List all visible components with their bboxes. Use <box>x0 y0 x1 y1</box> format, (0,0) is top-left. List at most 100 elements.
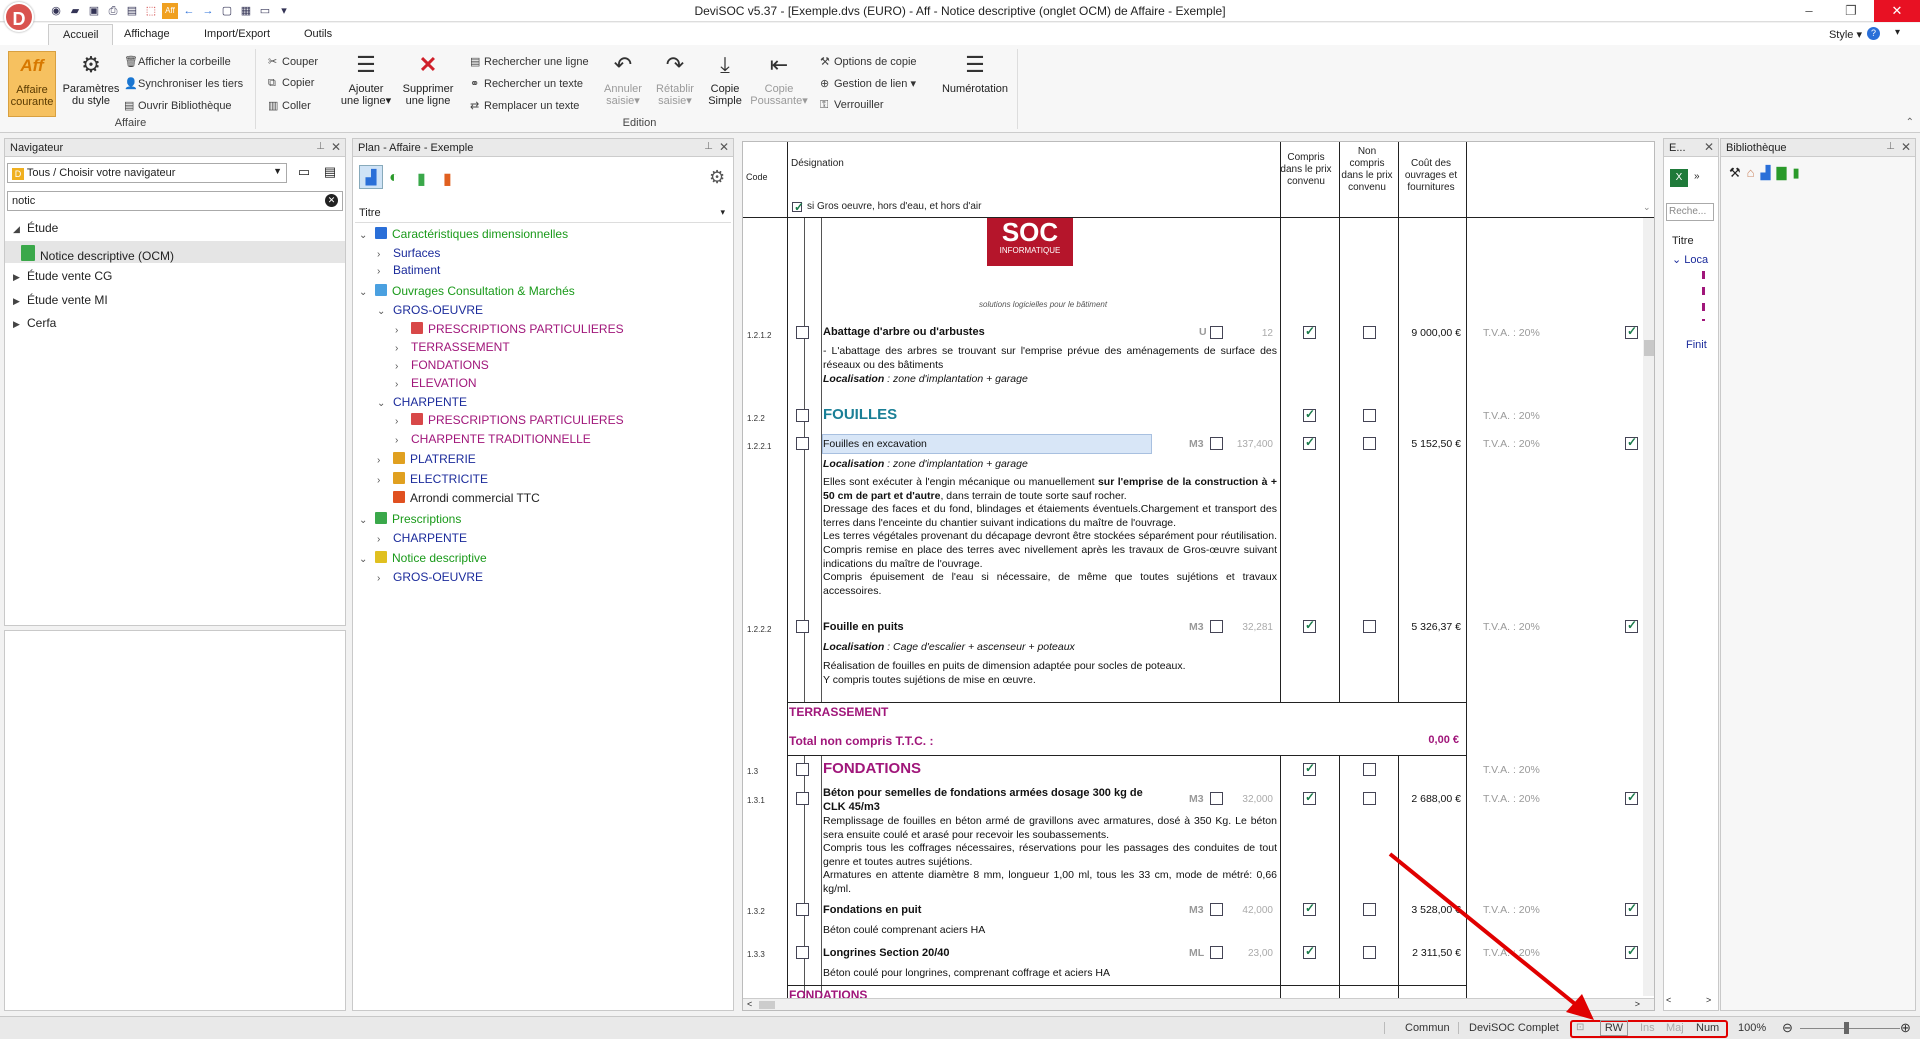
plan-tree-item[interactable]: ⌄ Notice descriptive <box>359 551 487 565</box>
save-icon[interactable]: ▣ <box>86 3 102 19</box>
scrollbar-thumb[interactable] <box>759 1001 775 1009</box>
chart-icon[interactable]: ▟ <box>359 165 383 189</box>
scroll-left-icon[interactable]: < <box>747 999 752 1009</box>
parametres-style-button[interactable]: ⚙ Paramètres du style <box>62 51 120 107</box>
row-select-checkbox[interactable] <box>1625 944 1638 959</box>
coller-button[interactable]: ▥ Coller <box>268 99 311 112</box>
plan-tree-item[interactable]: ⌄ CHARPENTE <box>377 395 467 409</box>
navigator-search-input[interactable]: notic ✕ <box>7 191 343 211</box>
style-menu[interactable]: Style ▾ <box>1829 28 1862 41</box>
row-description[interactable]: - L'abattage des arbres se trouvant sur … <box>823 345 1277 372</box>
row-checkbox[interactable] <box>796 620 809 633</box>
contact-icon[interactable]: ▮ <box>443 169 452 189</box>
clear-search-icon[interactable]: ✕ <box>325 194 338 207</box>
zoom-slider-thumb[interactable] <box>1844 1022 1849 1034</box>
row-unit-checkbox[interactable] <box>1210 437 1223 450</box>
scroll-left-icon[interactable]: < <box>1666 995 1671 1005</box>
collapsed-chevron-icon[interactable]: › <box>377 573 393 584</box>
row-description[interactable]: Réalisation de fouilles en puits de dime… <box>823 660 1277 687</box>
gear-icon[interactable]: ⚙ <box>709 167 725 188</box>
non-compris-checkbox[interactable] <box>1363 326 1376 339</box>
nav-item-notice[interactable]: Notice descriptive (OCM) <box>5 241 345 263</box>
non-compris-checkbox[interactable] <box>1363 620 1376 633</box>
book-icon[interactable]: ▮ <box>1793 165 1800 181</box>
plan-close-icon[interactable]: ✕ <box>719 140 729 154</box>
nav-item-etude-vente-mi[interactable]: ▶ Étude vente MI <box>5 289 345 311</box>
scrollbar-thumb[interactable] <box>1644 340 1654 356</box>
affaire-courante-button[interactable]: Aff Affaire courante <box>8 51 56 117</box>
collapsed-chevron-icon[interactable]: › <box>395 325 411 336</box>
plan-tree-item[interactable]: ⌄ Ouvrages Consultation & Marchés <box>359 284 575 298</box>
bar-chart-icon[interactable]: ▇ <box>1777 165 1787 181</box>
plan-tree-item[interactable]: › CHARPENTE <box>377 531 467 545</box>
remplacer-texte-button[interactable]: ⇄ Remplacer un texte <box>470 99 579 112</box>
folder-icon[interactable]: ▰ <box>67 3 83 19</box>
close-icon[interactable]: ✕ <box>1874 0 1920 22</box>
non-compris-checkbox[interactable] <box>1363 763 1376 776</box>
afficher-corbeille-button[interactable]: 🗑Afficher la corbeille <box>124 55 231 68</box>
plan-tree-item[interactable]: ⌄ Prescriptions <box>359 512 461 526</box>
compris-checkbox[interactable] <box>1303 761 1316 776</box>
compris-checkbox[interactable] <box>1303 790 1316 805</box>
row-unit-checkbox[interactable] <box>1210 792 1223 805</box>
row-localisation[interactable]: Localisation : Cage d'escalier + ascense… <box>823 641 1277 655</box>
explorer-row-fini[interactable]: Finit <box>1686 339 1707 351</box>
navigator-close-icon[interactable]: ✕ <box>331 140 341 154</box>
couper-button[interactable]: ✂ Couper <box>268 55 318 68</box>
tab-outils[interactable]: Outils <box>296 26 340 42</box>
row-checkbox[interactable] <box>796 326 809 339</box>
expanded-chevron-icon[interactable]: ⌄ <box>377 306 393 317</box>
plan-tree-item[interactable]: › Surfaces <box>377 246 440 260</box>
non-compris-checkbox[interactable] <box>1363 409 1376 422</box>
expanded-chevron-icon[interactable]: ⌄ <box>377 398 393 409</box>
scroll-right-icon[interactable]: > <box>1706 995 1711 1005</box>
row-title[interactable]: Fondations en puit <box>823 904 921 918</box>
expanded-chevron-icon[interactable]: ⌄ <box>359 230 375 241</box>
scroll-right-icon[interactable]: > <box>1635 999 1640 1009</box>
row-checkbox[interactable] <box>796 437 809 450</box>
row-select-checkbox[interactable] <box>1625 901 1638 916</box>
compris-checkbox[interactable] <box>1303 901 1316 916</box>
chevron-down-icon[interactable]: ▾ <box>1895 27 1900 38</box>
copier-button[interactable]: ⧉ Copier <box>268 77 314 90</box>
list-icon[interactable]: ▤ <box>321 164 339 182</box>
row-localisation[interactable]: Localisation : zone d'implantation + gar… <box>823 458 1277 472</box>
print-icon[interactable]: ⎙ <box>105 3 121 19</box>
preview-icon[interactable]: ▤ <box>124 3 140 19</box>
expanded-chevron-icon[interactable]: ⌄ <box>359 554 375 565</box>
collapsed-chevron-icon[interactable]: › <box>395 379 411 390</box>
plan-tree-item[interactable]: › TERRASSEMENT <box>395 340 510 354</box>
non-compris-checkbox[interactable] <box>1363 437 1376 450</box>
plan-tree-item[interactable]: › ELEVATION <box>395 376 477 390</box>
vertical-scrollbar[interactable] <box>1643 218 1654 996</box>
collapsed-chevron-icon[interactable]: › <box>377 455 393 466</box>
pdf-icon[interactable]: ◉ <box>48 3 64 19</box>
row-title[interactable]: Fouille en puits <box>823 621 904 635</box>
forward-arrow-icon[interactable]: → <box>200 3 216 19</box>
zoom-slider[interactable] <box>1800 1028 1900 1029</box>
back-arrow-icon[interactable]: ← <box>181 3 197 19</box>
compris-checkbox[interactable] <box>1303 435 1316 450</box>
row-unit-checkbox[interactable] <box>1210 946 1223 959</box>
excel-icon[interactable]: X <box>1670 169 1688 187</box>
pin-icon[interactable]: ⊥ <box>316 141 325 152</box>
zoom-out-icon[interactable]: ⊖ <box>1782 1020 1793 1036</box>
compris-checkbox[interactable] <box>1303 407 1316 422</box>
row-title[interactable]: Béton pour semelles de fondations armées… <box>823 787 1163 814</box>
collapsed-chevron-icon[interactable]: › <box>377 249 393 260</box>
nav-item-etude-vente-cg[interactable]: ▶ Étude vente CG <box>5 265 345 287</box>
row-title[interactable]: Abattage d'arbre ou d'arbustes <box>823 326 985 340</box>
window-icon[interactable]: ▢ <box>219 3 235 19</box>
row-description[interactable]: Béton coulé pour longrines, comprenant c… <box>823 967 1110 981</box>
row-select-checkbox[interactable] <box>1625 324 1638 339</box>
ouvrir-bibliotheque-button[interactable]: ▤ Ouvrir Bibliothèque <box>124 99 232 112</box>
row-checkbox[interactable] <box>796 792 809 805</box>
scroll-up-icon[interactable]: ⌄ <box>1643 202 1651 213</box>
pin-icon[interactable]: ⊥ <box>704 141 713 152</box>
plan-tree-item[interactable]: ⌄ Caractéristiques dimensionnelles <box>359 227 568 241</box>
compris-checkbox[interactable] <box>1303 618 1316 633</box>
grid-icon[interactable]: ▦ <box>238 3 254 19</box>
filter-checkbox[interactable] <box>792 200 804 214</box>
row-checkbox[interactable] <box>796 946 809 959</box>
plan-tree-item[interactable]: ⌄ GROS-OEUVRE <box>377 303 483 317</box>
